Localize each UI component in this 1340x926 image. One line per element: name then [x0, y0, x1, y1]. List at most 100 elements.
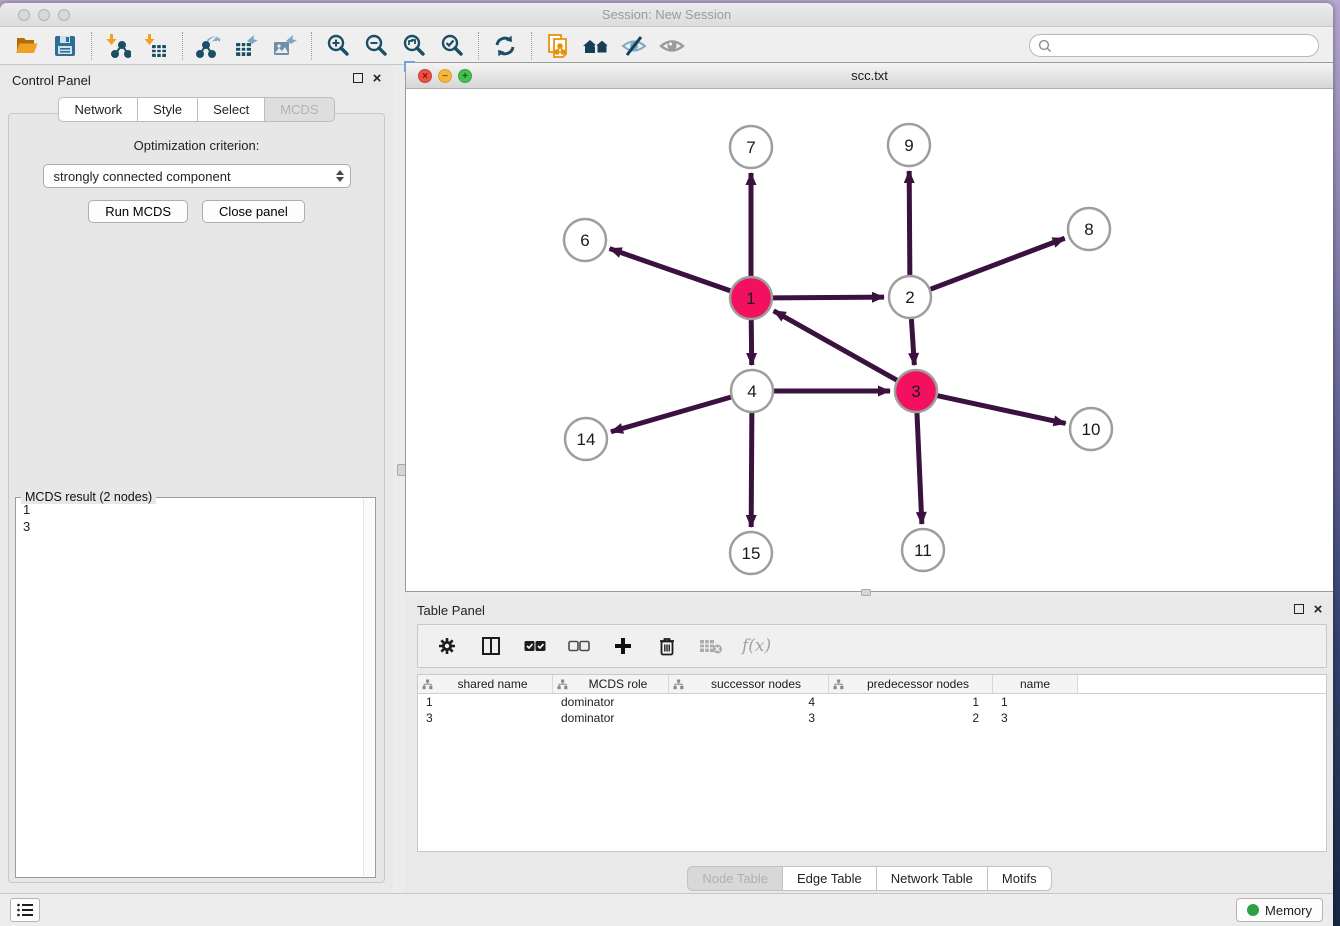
graph-node-10[interactable]: 10 — [1070, 408, 1112, 450]
save-session-button[interactable] — [46, 30, 84, 62]
close-panel-icon[interactable]: × — [371, 73, 383, 85]
close-panel-button[interactable]: Close panel — [202, 200, 305, 223]
table-row[interactable]: 1dominator411 — [418, 694, 1326, 710]
first-neighbors-button[interactable] — [577, 30, 615, 62]
network-window-titlebar[interactable]: × − + scc.txt — [406, 63, 1333, 89]
hide-selected-button[interactable] — [615, 30, 653, 62]
mcds-result-text[interactable]: 1 3 — [23, 501, 362, 875]
table-float-panel-icon[interactable] — [1294, 604, 1304, 614]
graph-edge-2-9[interactable] — [909, 171, 910, 275]
table-cell[interactable]: 1 — [993, 694, 1078, 710]
column-type-icon — [833, 679, 844, 690]
table-cell[interactable]: 3 — [418, 710, 553, 726]
show-all-button[interactable] — [653, 30, 691, 62]
graph-node-9[interactable]: 9 — [888, 124, 930, 166]
column-type-icon — [422, 679, 433, 690]
graph-edge-2-8[interactable] — [931, 238, 1065, 289]
zoom-fit-button[interactable] — [395, 30, 433, 62]
network-canvas[interactable]: 1 2 3 4 6 7 8 9 10 11 14 15 — [406, 89, 1333, 591]
zoom-in-icon — [325, 33, 351, 59]
tab-select[interactable]: Select — [198, 97, 265, 122]
graph-edge-3-1[interactable] — [774, 311, 897, 380]
graph-node-label: 2 — [905, 288, 914, 307]
export-table-button[interactable] — [228, 30, 266, 62]
optimization-criterion-select[interactable]: strongly connected component — [43, 164, 351, 188]
tab-node-table[interactable]: Node Table — [687, 866, 783, 891]
table-cell[interactable]: 2 — [829, 710, 993, 726]
table-cell[interactable]: 3 — [993, 710, 1078, 726]
graph-node-1[interactable]: 1 — [730, 277, 772, 319]
add-column-button[interactable] — [610, 633, 636, 659]
graph-node-7[interactable]: 7 — [730, 126, 772, 168]
graph-edge-1-6[interactable] — [610, 249, 731, 291]
tab-edge-table[interactable]: Edge Table — [783, 866, 877, 891]
graph-edge-3-11[interactable] — [917, 413, 922, 524]
zoom-selected-button[interactable] — [433, 30, 471, 62]
graph-edge-3-10[interactable] — [937, 396, 1065, 424]
result-scrollbar[interactable] — [363, 499, 374, 876]
delete-table-button[interactable] — [698, 633, 724, 659]
column-header-shared-name[interactable]: shared name — [418, 675, 553, 693]
graph-node-11[interactable]: 11 — [902, 529, 944, 571]
graph-node-3[interactable]: 3 — [895, 370, 937, 412]
table-cell[interactable]: 3 — [669, 710, 829, 726]
table-cell[interactable]: 4 — [669, 694, 829, 710]
graph-node-15[interactable]: 15 — [730, 532, 772, 574]
clone-network-icon — [545, 33, 571, 59]
graph-edge-2-3[interactable] — [911, 319, 914, 365]
control-panel-title: Control Panel — [12, 73, 91, 88]
table-cell[interactable]: dominator — [553, 710, 669, 726]
graph-node-8[interactable]: 8 — [1068, 208, 1110, 250]
graph-edge-4-15[interactable] — [751, 413, 752, 527]
import-table-button[interactable] — [137, 30, 175, 62]
table-panel-header: Table Panel × — [405, 596, 1333, 622]
tab-network[interactable]: Network — [58, 97, 138, 122]
horizontal-splitter-handle[interactable] — [861, 589, 871, 596]
export-image-button[interactable] — [266, 30, 304, 62]
search-box[interactable] — [1029, 34, 1319, 57]
deselect-all-rows-button[interactable] — [566, 633, 592, 659]
zoom-out-button[interactable] — [357, 30, 395, 62]
toolbar-separator — [182, 32, 183, 60]
tab-style[interactable]: Style — [138, 97, 198, 122]
table-cell[interactable]: dominator — [553, 694, 669, 710]
apply-layout-button[interactable] — [486, 30, 524, 62]
task-history-button[interactable] — [10, 898, 40, 922]
open-session-button[interactable] — [8, 30, 46, 62]
column-header-MCDS-role[interactable]: MCDS role — [553, 675, 669, 693]
graph-node-label: 4 — [747, 382, 756, 401]
graph-edge-4-14[interactable] — [611, 397, 731, 432]
float-panel-icon[interactable] — [353, 73, 363, 83]
run-mcds-button[interactable]: Run MCDS — [88, 200, 188, 223]
import-network-button[interactable] — [99, 30, 137, 62]
column-settings-button[interactable] — [434, 633, 460, 659]
memory-button[interactable]: Memory — [1236, 898, 1323, 922]
split-panel-button[interactable] — [478, 633, 504, 659]
search-input[interactable] — [1057, 39, 1310, 53]
graph-edge-1-2[interactable] — [773, 297, 884, 298]
column-header-predecessor-nodes[interactable]: predecessor nodes — [829, 675, 993, 693]
select-all-rows-button[interactable] — [522, 633, 548, 659]
graph-node-4[interactable]: 4 — [731, 370, 773, 412]
function-builder-button[interactable]: f(x) — [742, 633, 771, 659]
table-toolbar: f(x) — [417, 624, 1327, 668]
tab-mcds[interactable]: MCDS — [265, 97, 334, 122]
table-cell[interactable]: 1 — [829, 694, 993, 710]
tab-network-table[interactable]: Network Table — [877, 866, 988, 891]
column-header-name[interactable]: name — [993, 675, 1078, 693]
table-close-panel-icon[interactable]: × — [1312, 604, 1324, 616]
export-image-icon — [272, 33, 298, 59]
graph-node-14[interactable]: 14 — [565, 418, 607, 460]
memory-status-dot — [1247, 904, 1259, 916]
export-network-button[interactable] — [190, 30, 228, 62]
zoom-in-button[interactable] — [319, 30, 357, 62]
graph-node-2[interactable]: 2 — [889, 276, 931, 318]
graph-node-6[interactable]: 6 — [564, 219, 606, 261]
tab-motifs[interactable]: Motifs — [988, 866, 1052, 891]
table-cell[interactable]: 1 — [418, 694, 553, 710]
delete-columns-button[interactable] — [654, 633, 680, 659]
column-header-successor-nodes[interactable]: successor nodes — [669, 675, 829, 693]
clone-network-button[interactable] — [539, 30, 577, 62]
table-row[interactable]: 3dominator323 — [418, 710, 1326, 726]
graph-node-label: 6 — [580, 231, 589, 250]
